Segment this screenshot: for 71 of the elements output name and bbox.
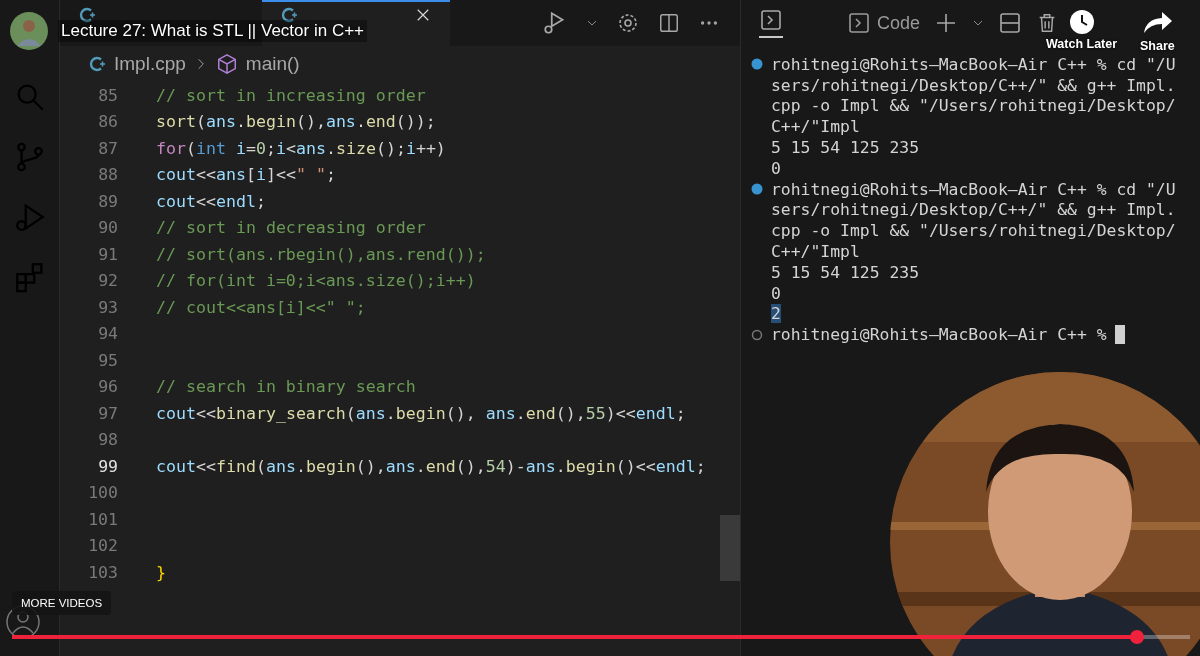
scrollbar[interactable] — [720, 515, 740, 581]
terminal-line: C++/"Impl — [771, 117, 860, 137]
cpp-file-icon — [88, 55, 106, 73]
status-dot — [751, 58, 763, 71]
line-number: 101 — [87, 509, 118, 529]
clock-icon[interactable] — [1068, 9, 1095, 35]
terminal-line: 0 — [771, 158, 781, 178]
terminal-line: 5 15 54 125 235 — [771, 138, 920, 158]
terminal-profile-button[interactable]: Code — [846, 11, 920, 35]
line-number: 99 — [97, 456, 118, 476]
terminal-line: sers/rohitnegi/Desktop/C++/" && g++ Impl. — [771, 75, 1176, 95]
code-line: // sort(ans.rbegin(),ans.rend()); — [156, 244, 486, 264]
terminal-line: 5 15 54 125 235 — [771, 262, 920, 282]
code-line: // for(int i=0;i<ans.size();i++) — [156, 271, 476, 291]
line-number: 89 — [97, 191, 118, 211]
more-videos-tooltip[interactable]: MORE VIDEOS — [12, 591, 112, 615]
code-line: cout<<endl; — [156, 191, 266, 211]
status-dot — [751, 183, 763, 196]
watch-later-label[interactable]: Watch Later — [1046, 37, 1118, 51]
line-number: 93 — [97, 297, 118, 317]
layout-icon[interactable] — [998, 11, 1022, 35]
terminal-line: C++/"Impl — [771, 242, 860, 262]
cube-icon — [215, 53, 238, 75]
terminal-line: cpp -o Impl && "/Users/rohitnegi/Desktop/ — [771, 221, 1176, 241]
breadcrumb-symbol[interactable]: main() — [245, 53, 300, 75]
code-line: } — [156, 562, 166, 582]
line-number: 97 — [97, 403, 118, 423]
settings-icon[interactable] — [616, 11, 640, 35]
code-line: sort(ans.begin(),ans.end()); — [156, 112, 436, 132]
terminal-line: cpp -o Impl && "/Users/rohitnegi/Desktop/ — [771, 96, 1176, 116]
cpp-file-icon — [280, 6, 298, 24]
line-number: 96 — [97, 377, 118, 397]
code-line: cout<<binary_search(ans.begin(), ans.end(),55)<<endl; — [156, 403, 686, 423]
code-line: cout<<ans[i]<<" "; — [156, 165, 336, 185]
terminal-line: sers/rohitnegi/Desktop/C++/" && g++ Impl. — [771, 200, 1176, 220]
split-editor-icon[interactable] — [658, 12, 680, 34]
text-cursor — [1114, 325, 1125, 345]
line-number: 90 — [97, 218, 118, 238]
video-title[interactable]: Lecture 27: What is STL || Vector in C++ — [58, 20, 367, 42]
line-number: 87 — [97, 138, 118, 158]
line-number: 94 — [97, 324, 118, 344]
terminal-line: rohitnegi@Rohits—MacBook—Air C++ % cd "/U — [771, 179, 1176, 199]
line-number: 86 — [97, 112, 118, 132]
terminal-line: rohitnegi@Rohits—MacBook—Air C++ % — [771, 325, 1107, 345]
file-tab[interactable] — [262, 0, 450, 46]
line-number: 91 — [97, 244, 118, 264]
line-number: 88 — [97, 165, 118, 185]
cpp-file-icon — [78, 6, 96, 24]
channel-avatar[interactable] — [10, 12, 48, 50]
line-number: 85 — [97, 85, 118, 105]
line-number: 95 — [97, 350, 118, 370]
code-line: // sort in decreasing order — [156, 218, 426, 238]
share-label[interactable]: Share — [1140, 39, 1175, 53]
code-line: cout<<find(ans.begin(),ans.end(),54)-ans.begin()<<endl; — [156, 456, 706, 476]
line-number: 100 — [87, 483, 118, 503]
code-line: // cout<<ans[i]<<" "; — [156, 297, 366, 317]
terminal-line: rohitnegi@Rohits—MacBook—Air C++ % cd "/U — [771, 54, 1176, 74]
code-line: for(int i=0;i<ans.size();i++) — [156, 138, 446, 158]
plus-icon[interactable] — [934, 11, 958, 35]
line-number: 92 — [97, 271, 118, 291]
line-number: 103 — [87, 562, 118, 582]
terminal-line: 0 — [771, 283, 781, 303]
code-line: // sort in increasing order — [156, 85, 426, 105]
line-number: 98 — [97, 430, 118, 450]
terminal-icon — [759, 8, 783, 32]
status-circle — [751, 328, 763, 341]
terminal-icon — [846, 11, 871, 35]
line-number: 102 — [87, 536, 118, 556]
breadcrumb-file[interactable]: Impl.cpp — [114, 53, 186, 75]
code-line: // search in binary search — [156, 377, 416, 397]
terminal-tab[interactable] — [759, 8, 783, 38]
